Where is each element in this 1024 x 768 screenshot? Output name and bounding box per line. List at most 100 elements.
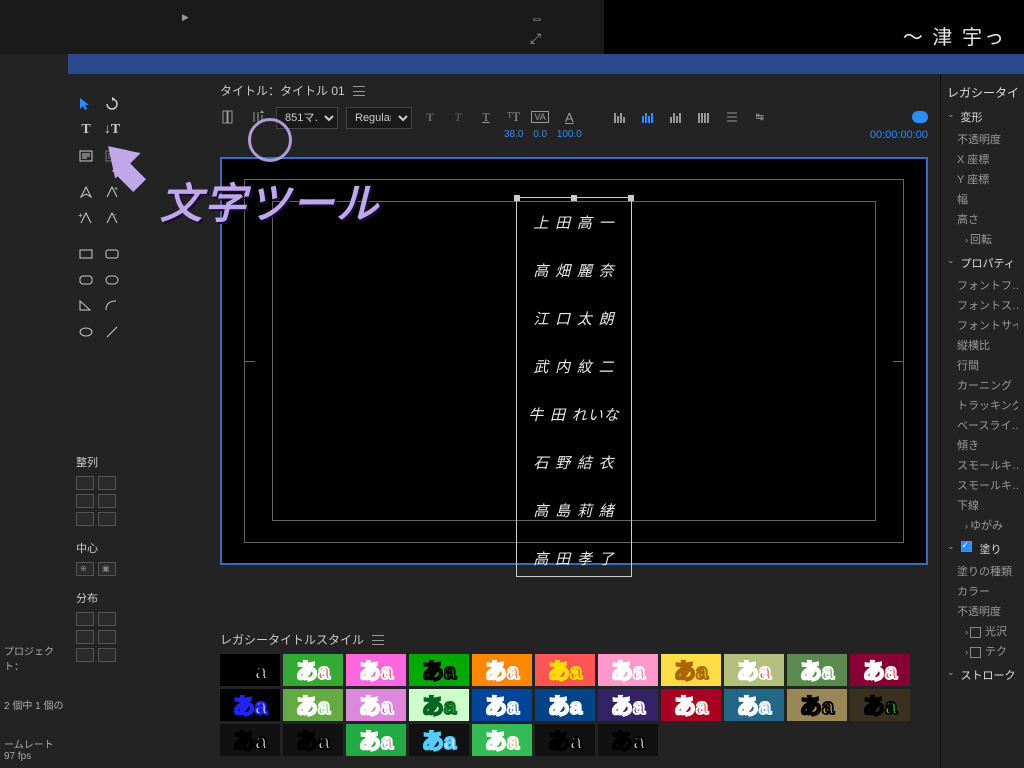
style-swatch[interactable]: あa — [598, 689, 658, 721]
title-window-bar[interactable] — [68, 54, 1024, 74]
kerning-value[interactable]: 0.0 — [533, 129, 547, 140]
style-swatch[interactable]: あa — [598, 654, 658, 686]
style-swatch[interactable]: あa — [472, 689, 532, 721]
vertical-area-type-tool[interactable] — [102, 146, 122, 166]
text-frame[interactable]: 上 田 高 一高 畑 麗 奈江 口 太 朗武 内 紋 二牛 田 れいな石 野 結… — [516, 197, 632, 577]
dist-g2[interactable] — [98, 648, 116, 662]
font-size-icon[interactable]: ᵀT — [507, 107, 520, 127]
stroke-section[interactable]: ⌄ストローク — [947, 667, 1018, 683]
style-swatch[interactable]: あa — [535, 724, 595, 756]
leading-value[interactable]: 100.0 — [557, 129, 582, 140]
clipped-rect-tool[interactable] — [76, 270, 96, 290]
style-swatch[interactable]: あa — [409, 724, 469, 756]
property-row[interactable]: フォントサイ — [947, 315, 1018, 335]
transform-section[interactable]: ⌄変形 — [947, 109, 1018, 125]
property-row[interactable]: フォントフ… — [947, 275, 1018, 295]
font-size-value[interactable]: 38.0 — [504, 129, 523, 140]
align-vc[interactable] — [98, 512, 116, 526]
align-hleft[interactable] — [98, 476, 116, 490]
arrange-icon[interactable]: ⤢ — [530, 30, 544, 47]
vertical-type-tool[interactable]: ↓T — [102, 120, 122, 140]
dist-h2[interactable] — [98, 612, 116, 626]
align-vtop[interactable] — [98, 494, 116, 508]
style-swatch[interactable]: あa — [220, 654, 280, 686]
style-swatch[interactable]: あa — [220, 724, 280, 756]
style-swatch[interactable]: あa — [661, 654, 721, 686]
align-center-btn[interactable] — [638, 107, 658, 127]
fill-checkbox[interactable] — [961, 541, 972, 552]
rounded-rect-tool[interactable] — [102, 244, 122, 264]
styles-panel-menu-icon[interactable] — [372, 635, 384, 645]
style-swatch[interactable]: あa — [661, 689, 721, 721]
align-right-btn[interactable] — [666, 107, 686, 127]
style-swatch[interactable]: あa — [283, 689, 343, 721]
rotate-tool[interactable] — [102, 94, 122, 114]
property-row[interactable]: フォントス… — [947, 295, 1018, 315]
align-left-btn[interactable] — [610, 107, 630, 127]
style-swatch[interactable]: あa — [850, 689, 910, 721]
type-tool[interactable]: T — [76, 120, 96, 140]
style-swatch[interactable]: あa — [535, 689, 595, 721]
convert-anchor-tool[interactable]: - — [102, 208, 122, 228]
style-swatch[interactable]: あa — [598, 724, 658, 756]
property-row[interactable]: 不透明度 — [947, 129, 1018, 149]
templates-button[interactable] — [220, 107, 240, 127]
texture-row[interactable]: ›テク — [947, 641, 1018, 661]
show-video-button[interactable] — [912, 107, 928, 127]
tab-stops-btn[interactable] — [722, 107, 742, 127]
underline-button[interactable]: T — [476, 107, 496, 127]
property-row[interactable]: Y 座標 — [947, 169, 1018, 189]
property-row[interactable]: カーニング — [947, 375, 1018, 395]
style-swatch[interactable]: あa — [535, 654, 595, 686]
property-row[interactable]: 高さ — [947, 209, 1018, 229]
style-swatch[interactable]: あa — [346, 654, 406, 686]
align-top[interactable] — [76, 494, 94, 508]
delete-anchor-tool[interactable]: + — [76, 208, 96, 228]
tab-icon[interactable]: ↹ — [750, 107, 770, 127]
arc-tool[interactable] — [102, 296, 122, 316]
sheen-checkbox[interactable] — [970, 627, 981, 638]
style-swatch[interactable]: あa — [220, 689, 280, 721]
dist-h1[interactable] — [76, 612, 94, 626]
style-swatch[interactable]: あa — [409, 654, 469, 686]
font-family-select[interactable]: 851マ… — [276, 107, 338, 129]
style-swatch[interactable]: あa — [850, 654, 910, 686]
property-row[interactable]: 幅 — [947, 189, 1018, 209]
property-row[interactable]: 縦横比 — [947, 335, 1018, 355]
panel-chevron-icon[interactable]: ▶ — [182, 12, 189, 23]
center-v[interactable]: ▣ — [98, 562, 116, 576]
line-tool[interactable] — [102, 322, 122, 342]
texture-checkbox[interactable] — [970, 647, 981, 658]
fill-section[interactable]: ⌄塗り — [947, 541, 1018, 557]
style-swatch[interactable]: あa — [472, 724, 532, 756]
property-row[interactable]: トラッキング — [947, 395, 1018, 415]
ellipse-tool[interactable] — [76, 322, 96, 342]
credits-text[interactable]: 上 田 高 一高 畑 麗 奈江 口 太 朗武 内 紋 二牛 田 れいな石 野 結… — [517, 198, 631, 576]
timecode[interactable]: 00:00:00:00 — [870, 129, 928, 141]
distort-row[interactable]: ›ゆがみ — [947, 515, 1018, 535]
style-swatch[interactable]: あa — [346, 689, 406, 721]
panel-menu-icon[interactable] — [353, 86, 365, 96]
title-canvas[interactable]: 上 田 高 一高 畑 麗 奈江 口 太 朗武 内 紋 二牛 田 れいな石 野 結… — [220, 157, 928, 565]
property-row[interactable]: カラー — [947, 581, 1018, 601]
style-swatch[interactable]: あa — [724, 654, 784, 686]
property-row[interactable]: ベースライ… — [947, 415, 1018, 435]
style-swatch[interactable]: あa — [787, 689, 847, 721]
roll-crawl-button[interactable] — [248, 107, 268, 127]
style-swatch[interactable]: あa — [283, 724, 343, 756]
area-type-tool[interactable] — [76, 146, 96, 166]
property-row[interactable]: X 座標 — [947, 149, 1018, 169]
font-style-select[interactable]: Regular — [346, 107, 412, 129]
wedge-tool[interactable] — [76, 296, 96, 316]
align-hc[interactable] — [76, 512, 94, 526]
add-anchor-tool[interactable]: + — [102, 182, 122, 202]
property-row[interactable]: 塗りの種類 — [947, 561, 1018, 581]
properties-section[interactable]: ⌄プロパティ — [947, 255, 1018, 271]
property-row[interactable]: 不透明度 — [947, 601, 1018, 621]
align-left[interactable] — [76, 476, 94, 490]
bold-button[interactable]: T — [420, 107, 440, 127]
selection-tool[interactable] — [76, 94, 96, 114]
pen-tool[interactable] — [76, 182, 96, 202]
sheen-row[interactable]: ›光沢 — [947, 621, 1018, 641]
rectangle-tool[interactable] — [76, 244, 96, 264]
